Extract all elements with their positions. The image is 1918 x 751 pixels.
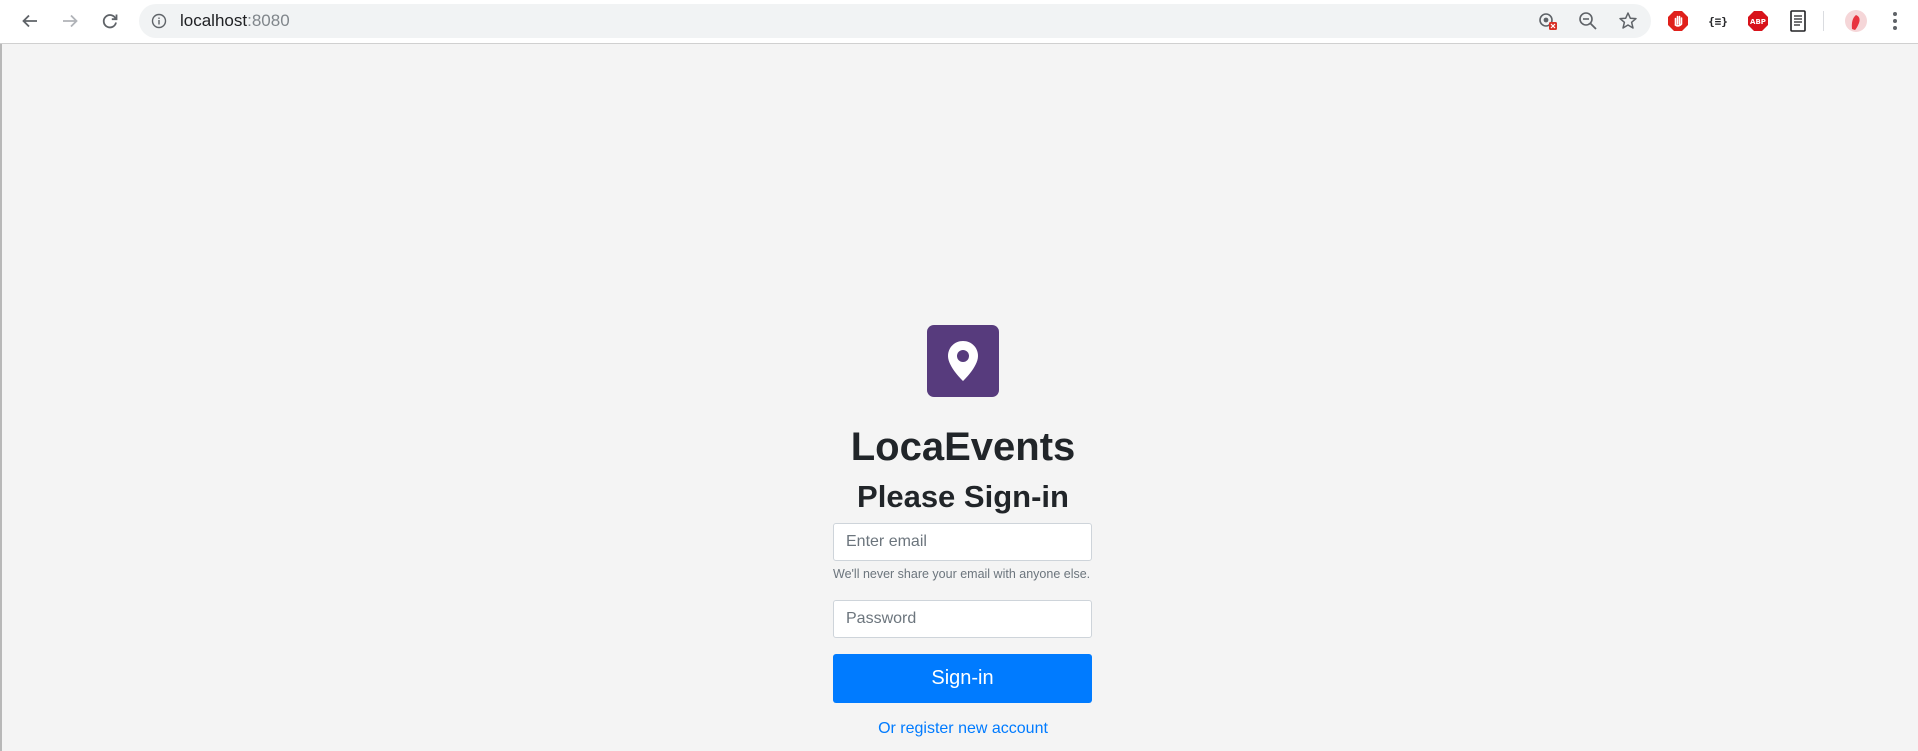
email-help-text: We'll never share your email with anyone…: [833, 567, 1091, 581]
app-logo: [927, 325, 999, 397]
browser-menu-button[interactable]: [1882, 9, 1908, 33]
reload-icon: [102, 14, 118, 29]
adblock-plus-extension[interactable]: ABP: [1745, 9, 1771, 33]
register-link[interactable]: Or register new account: [0, 720, 1918, 738]
arrow-left-icon: [22, 14, 37, 28]
profile-avatar[interactable]: [1843, 9, 1869, 33]
arrow-right-icon: [63, 14, 78, 28]
adblock-icon: ABP: [1748, 11, 1768, 31]
svg-text:{≡}: {≡}: [1708, 15, 1728, 28]
app-title: LocaEvents: [850, 425, 1076, 469]
zoom-out-icon: [1579, 12, 1597, 30]
stop-hand-icon: [1668, 11, 1688, 31]
toolbar-separator: [1823, 11, 1824, 31]
svg-text:ABP: ABP: [1750, 18, 1766, 26]
url-text[interactable]: localhost:8080: [180, 12, 290, 30]
email-field[interactable]: [833, 523, 1092, 561]
camera-blocked-icon: [1539, 13, 1557, 30]
browser-toolbar: localhost:8080 {≡} ABP: [0, 0, 1918, 44]
map-pin-icon: [948, 341, 978, 381]
stop-sign-extension[interactable]: [1665, 9, 1691, 33]
json-braces-icon: {≡}: [1708, 15, 1728, 28]
page-heading: Please Sign-in: [857, 479, 1069, 514]
document-extension[interactable]: [1785, 9, 1811, 33]
zoom-button[interactable]: [1575, 10, 1601, 32]
signin-button[interactable]: Sign-in: [833, 654, 1092, 703]
bookmark-button[interactable]: [1615, 10, 1641, 32]
camera-blocked-button[interactable]: [1535, 10, 1561, 32]
avatar-icon: [1845, 10, 1867, 32]
star-icon: [1619, 12, 1637, 29]
document-icon: [1790, 10, 1806, 32]
reload-button[interactable]: [94, 6, 126, 36]
info-icon[interactable]: [151, 13, 167, 29]
address-bar[interactable]: localhost:8080: [139, 4, 1651, 38]
json-formatter-extension[interactable]: {≡}: [1705, 9, 1731, 33]
password-field[interactable]: [833, 600, 1092, 638]
url-port: :8080: [247, 11, 290, 30]
url-host: localhost: [180, 11, 248, 30]
back-button[interactable]: [14, 6, 46, 36]
forward-button[interactable]: [54, 6, 86, 36]
more-vert-icon: [1893, 12, 1897, 30]
login-page: LocaEvents Please Sign-in We'll never sh…: [0, 45, 1918, 751]
